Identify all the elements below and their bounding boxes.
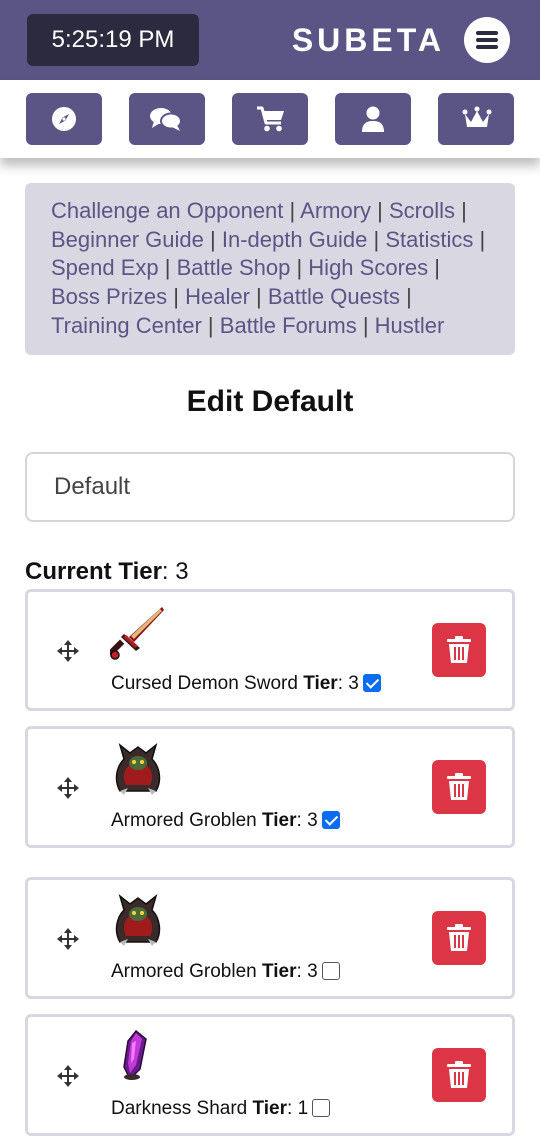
crown-icon	[462, 106, 492, 127]
cart-icon	[257, 106, 284, 132]
compass-icon	[52, 107, 76, 131]
item-tier: 1	[297, 1098, 309, 1119]
delete-button[interactable]	[432, 1048, 486, 1102]
tier-word: Tier	[303, 673, 338, 694]
item-label: Darkness Shard Tier: 1	[111, 1096, 331, 1122]
sword-icon	[107, 604, 166, 660]
groblen-icon	[110, 741, 166, 797]
drag-handle-icon[interactable]	[56, 639, 80, 668]
nav-bar	[0, 80, 540, 158]
delete-button[interactable]	[432, 911, 486, 965]
battle-link[interactable]: High Scores	[308, 255, 428, 280]
item-card: Armored Groblen Tier: 3	[25, 877, 515, 999]
battle-link[interactable]: Training Center	[51, 313, 202, 338]
item-checkbox[interactable]	[321, 811, 340, 829]
battle-link[interactable]: Spend Exp	[51, 255, 159, 280]
item-checkbox[interactable]	[321, 962, 340, 980]
item-tier: 3	[348, 673, 359, 694]
link-separator: |	[455, 198, 467, 223]
link-separator: |	[167, 284, 186, 310]
item-name: Darkness Shard	[111, 1098, 248, 1119]
nav-explore-button[interactable]	[26, 93, 102, 145]
user-icon	[362, 106, 384, 132]
link-separator: |	[249, 284, 268, 310]
battle-link[interactable]: Boss Prizes	[51, 284, 167, 309]
tier-word: Tier	[262, 961, 297, 982]
battle-link[interactable]: Scrolls	[389, 198, 455, 223]
chat-icon	[150, 108, 182, 131]
brand-logo[interactable]: SUBETA	[292, 20, 445, 60]
item-name: Armored Groblen	[111, 810, 257, 831]
battle-link[interactable]: Hustler	[375, 313, 445, 338]
link-separator: |	[290, 255, 309, 281]
link-separator: |	[201, 312, 220, 338]
delete-button[interactable]	[432, 623, 486, 677]
link-separator: |	[158, 255, 177, 281]
link-separator: |	[356, 312, 375, 338]
battle-link[interactable]: Beginner Guide	[51, 227, 204, 252]
battle-link[interactable]: In-depth Guide	[222, 227, 368, 252]
item-checkbox[interactable]	[362, 674, 381, 692]
page-title: Edit Default	[186, 385, 354, 418]
current-tier-label: Current Tier	[25, 558, 162, 585]
battle-link[interactable]: Battle Quests	[268, 284, 400, 309]
item-tier: 3	[307, 810, 318, 831]
item-name: Armored Groblen	[111, 961, 257, 982]
item-label: Armored Groblen Tier: 3	[111, 959, 340, 985]
battle-link[interactable]: Battle Forums	[220, 313, 357, 338]
item-card: Darkness Shard Tier: 1	[25, 1014, 515, 1136]
nav-premium-button[interactable]	[438, 93, 514, 145]
battle-link[interactable]: Challenge an Opponent	[51, 198, 283, 223]
link-separator: |	[428, 255, 440, 281]
link-separator: |	[473, 226, 486, 252]
battle-link[interactable]: Battle Shop	[177, 255, 291, 280]
drag-handle-icon[interactable]	[56, 1064, 80, 1093]
tier-word: Tier	[262, 810, 297, 831]
link-separator: |	[367, 226, 386, 252]
battle-link[interactable]: Statistics	[385, 227, 473, 252]
nav-chat-button[interactable]	[129, 93, 205, 145]
nav-profile-button[interactable]	[335, 93, 411, 145]
delete-button[interactable]	[432, 760, 486, 814]
shard-icon	[110, 1029, 166, 1085]
deck-name-input[interactable]	[25, 452, 515, 522]
link-separator: |	[399, 284, 412, 310]
hamburger-icon[interactable]	[464, 17, 510, 63]
item-label: Cursed Demon Sword Tier: 3	[111, 671, 381, 697]
top-bar: 5:25:19 PM SUBETA	[0, 0, 540, 80]
battle-link[interactable]: Healer	[185, 284, 250, 309]
drag-handle-icon[interactable]	[56, 776, 80, 805]
item-card: Armored Groblen Tier: 3	[25, 726, 515, 848]
item-card: Cursed Demon Sword Tier: 3	[25, 589, 515, 711]
battle-links-panel: Challenge an Opponent | Armory | Scrolls…	[25, 183, 515, 355]
item-checkbox[interactable]	[312, 1099, 331, 1117]
groblen-icon	[110, 892, 166, 948]
battle-link[interactable]: Armory	[300, 198, 371, 223]
item-tier: 3	[307, 961, 318, 982]
current-tier-sep: :	[161, 558, 169, 585]
link-separator: |	[371, 198, 389, 223]
link-separator: |	[203, 226, 222, 252]
tier-word: Tier	[252, 1098, 288, 1119]
item-name: Cursed Demon Sword	[111, 673, 298, 694]
current-tier: Current Tier: 3	[25, 557, 189, 587]
item-label: Armored Groblen Tier: 3	[111, 808, 340, 834]
nav-cart-button[interactable]	[232, 93, 308, 145]
current-tier-value: 3	[175, 558, 189, 585]
drag-handle-icon[interactable]	[56, 927, 80, 956]
link-separator: |	[283, 198, 301, 223]
clock: 5:25:19 PM	[27, 14, 199, 66]
